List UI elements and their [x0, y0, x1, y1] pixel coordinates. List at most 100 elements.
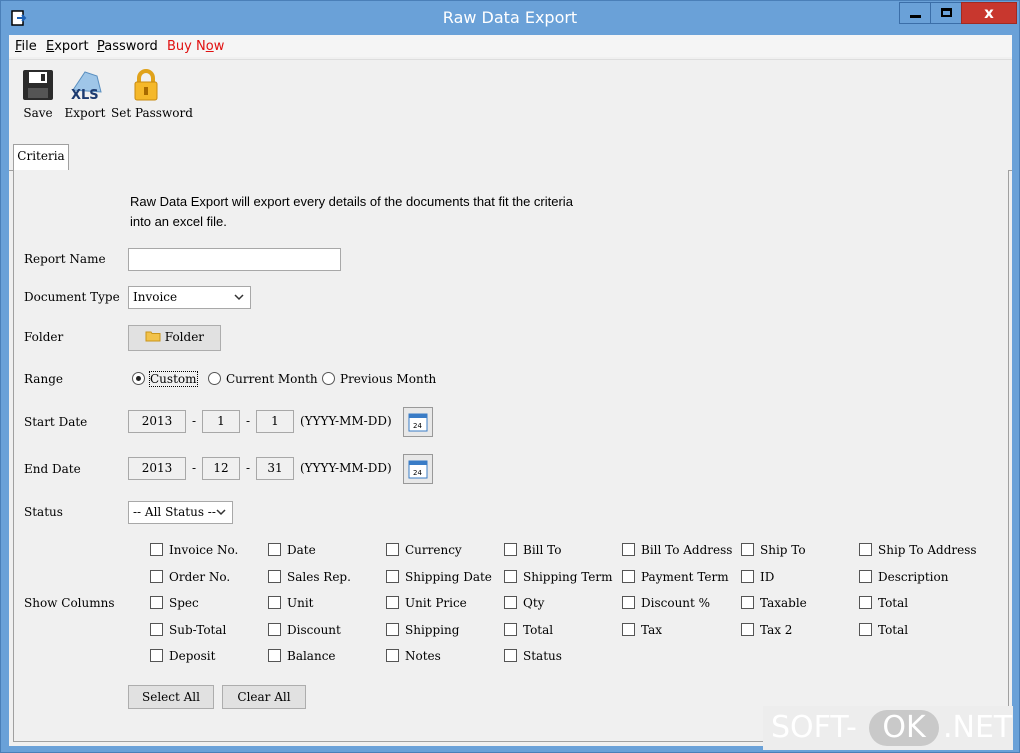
column-checkbox[interactable]: Total: [859, 623, 908, 637]
client-area: File Export Password Buy Now Save XLS Ex…: [9, 35, 1012, 746]
report-name-input[interactable]: [128, 248, 341, 271]
checkbox-icon: [504, 649, 517, 662]
menu-buy-now[interactable]: Buy Now: [167, 39, 224, 54]
tab-strip: Criteria: [9, 141, 1012, 172]
column-checkbox[interactable]: Currency: [386, 543, 462, 557]
column-checkbox[interactable]: Notes: [386, 649, 441, 663]
menu-file[interactable]: File: [15, 39, 37, 54]
folder-button[interactable]: Folder: [128, 325, 221, 351]
column-checkbox[interactable]: Total: [859, 596, 908, 610]
checkbox-icon: [386, 543, 399, 556]
column-checkbox[interactable]: Unit Price: [386, 596, 467, 610]
start-day-field[interactable]: 1: [256, 410, 294, 433]
date-separator: -: [192, 414, 197, 428]
start-date-calendar-button[interactable]: 24: [403, 407, 433, 437]
column-checkbox[interactable]: Shipping Term: [504, 570, 613, 584]
column-checkbox[interactable]: Bill To: [504, 543, 561, 557]
end-date-format: (YYYY-MM-DD): [300, 461, 392, 475]
column-checkbox[interactable]: ID: [741, 570, 774, 584]
column-label: Shipping Term: [523, 570, 613, 584]
date-separator: -: [246, 461, 251, 475]
status-select[interactable]: -- All Status --: [128, 501, 233, 524]
column-checkbox[interactable]: Tax 2: [741, 623, 792, 637]
checkbox-icon: [150, 623, 163, 636]
range-current-month-label: Current Month: [226, 372, 318, 386]
document-type-select[interactable]: Invoice: [128, 286, 251, 309]
minimize-icon: [909, 15, 921, 18]
column-label: Description: [878, 570, 949, 584]
start-year-field[interactable]: 2013: [128, 410, 186, 433]
export-button[interactable]: XLS Export: [63, 68, 107, 120]
column-checkbox[interactable]: Discount: [268, 623, 341, 637]
folder-label: Folder: [24, 330, 64, 344]
column-checkbox[interactable]: Payment Term: [622, 570, 729, 584]
column-checkbox[interactable]: Status: [504, 649, 562, 663]
checkbox-icon: [504, 570, 517, 583]
column-label: Sub-Total: [169, 623, 227, 637]
column-checkbox[interactable]: Qty: [504, 596, 544, 610]
close-button[interactable]: x: [961, 2, 1017, 24]
column-checkbox[interactable]: Invoice No.: [150, 543, 238, 557]
export-label: Export: [64, 106, 106, 120]
clear-all-button[interactable]: Clear All: [222, 685, 306, 709]
range-custom-radio[interactable]: Custom: [132, 371, 198, 387]
menu-password[interactable]: Password: [97, 39, 158, 54]
column-checkbox[interactable]: Shipping: [386, 623, 459, 637]
column-checkbox[interactable]: Spec: [150, 596, 199, 610]
column-checkbox[interactable]: Description: [859, 570, 948, 584]
checkbox-icon: [622, 570, 635, 583]
column-checkbox[interactable]: Ship To: [741, 543, 806, 557]
set-password-button[interactable]: Set Password: [111, 68, 193, 120]
app-window: Raw Data Export x File Export Password B…: [0, 0, 1020, 753]
end-date-calendar-button[interactable]: 24: [403, 454, 433, 484]
save-button[interactable]: Save: [17, 68, 59, 120]
select-all-button[interactable]: Select All: [128, 685, 214, 709]
column-checkbox[interactable]: Ship To Address: [859, 543, 977, 557]
range-previous-month-radio[interactable]: Previous Month: [322, 372, 436, 386]
maximize-button[interactable]: [930, 2, 962, 24]
menu-export[interactable]: Export: [46, 39, 89, 54]
column-checkbox[interactable]: Sales Rep.: [268, 570, 351, 584]
start-date-label: Start Date: [24, 415, 88, 429]
start-month-field[interactable]: 1: [202, 410, 240, 433]
column-label: Total: [878, 623, 909, 637]
column-checkbox[interactable]: Taxable: [741, 596, 807, 610]
column-checkbox[interactable]: Discount %: [622, 596, 710, 610]
svg-text:24: 24: [413, 469, 422, 477]
calendar-icon: 24: [408, 413, 428, 432]
column-checkbox[interactable]: Shipping Date: [386, 570, 492, 584]
column-checkbox[interactable]: Unit: [268, 596, 314, 610]
watermark-right: .NET: [943, 710, 1013, 745]
column-label: Total: [523, 623, 554, 637]
checkbox-icon: [268, 543, 281, 556]
end-year-field[interactable]: 2013: [128, 457, 186, 480]
end-day-field[interactable]: 31: [256, 457, 294, 480]
column-checkbox[interactable]: Tax: [622, 623, 662, 637]
minimize-button[interactable]: [899, 2, 931, 24]
column-label: Date: [287, 543, 316, 557]
checkbox-icon: [622, 623, 635, 636]
column-label: Sales Rep.: [287, 570, 351, 584]
date-separator: -: [246, 414, 251, 428]
range-current-month-radio[interactable]: Current Month: [208, 372, 318, 386]
menu-password-label: assword: [104, 39, 158, 54]
checkbox-icon: [622, 543, 635, 556]
column-label: Tax 2: [760, 623, 793, 637]
column-checkbox[interactable]: Balance: [268, 649, 336, 663]
checkbox-icon: [268, 596, 281, 609]
menu-bar: File Export Password Buy Now: [9, 35, 1012, 57]
column-checkbox[interactable]: Deposit: [150, 649, 215, 663]
end-month-field[interactable]: 12: [202, 457, 240, 480]
column-checkbox[interactable]: Total: [504, 623, 553, 637]
column-checkbox[interactable]: Bill To Address: [622, 543, 732, 557]
checkbox-icon: [150, 570, 163, 583]
column-checkbox[interactable]: Sub-Total: [150, 623, 226, 637]
title-bar[interactable]: Raw Data Export x: [1, 1, 1019, 35]
floppy-disk-icon: [23, 70, 53, 100]
chevron-down-icon: [216, 509, 226, 516]
column-checkbox[interactable]: Order No.: [150, 570, 230, 584]
tab-criteria[interactable]: Criteria: [13, 144, 69, 172]
radio-icon: [322, 372, 335, 385]
folder-button-label: Folder: [164, 330, 205, 344]
column-checkbox[interactable]: Date: [268, 543, 316, 557]
